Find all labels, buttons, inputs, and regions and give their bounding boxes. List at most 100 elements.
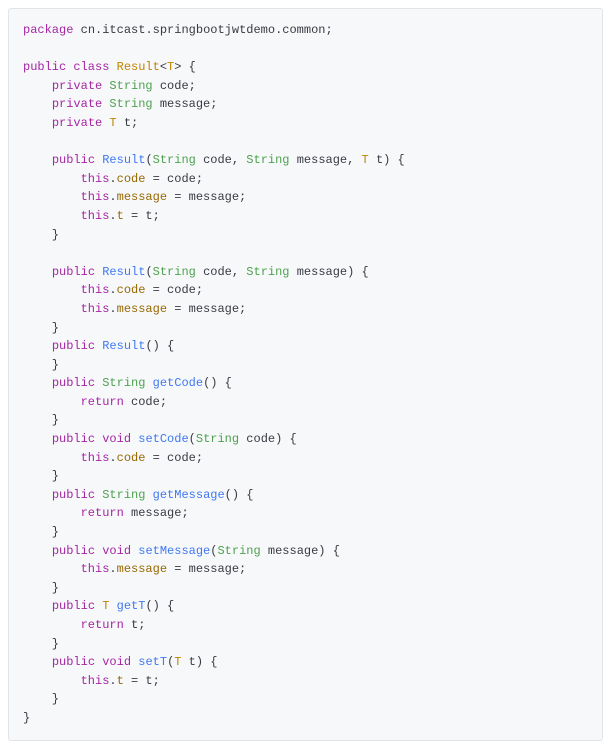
code-token: = code; — [145, 172, 203, 186]
code-token: public — [52, 265, 102, 279]
code-token: . — [109, 562, 116, 576]
code-line: } — [23, 226, 588, 245]
code-token: = message; — [167, 302, 246, 316]
code-token: () { — [145, 339, 174, 353]
code-token — [23, 395, 81, 409]
code-token: String — [109, 79, 159, 93]
code-token: () { — [203, 376, 232, 390]
code-token: () { — [225, 488, 254, 502]
code-line: public void setMessage(String message) { — [23, 542, 588, 561]
code-token: this — [81, 562, 110, 576]
code-line: } — [23, 709, 588, 728]
code-token: package — [23, 23, 73, 37]
code-token: . — [109, 190, 116, 204]
code-token: String — [109, 97, 159, 111]
code-line: public T getT() { — [23, 597, 588, 616]
code-token: String — [153, 153, 203, 167]
code-token: public — [52, 655, 102, 669]
code-token: ( — [189, 432, 196, 446]
code-line: public Result(String code, String messag… — [23, 263, 588, 282]
code-token: public class — [23, 60, 117, 74]
code-token: ( — [145, 265, 152, 279]
code-line: public class Result<T> { — [23, 58, 588, 77]
code-token: = t; — [124, 674, 160, 688]
code-token — [23, 283, 81, 297]
code-token: t; — [131, 618, 145, 632]
code-token — [23, 451, 81, 465]
code-token — [23, 544, 52, 558]
code-token: } — [23, 637, 59, 651]
code-token: } — [23, 358, 59, 372]
code-line: } — [23, 579, 588, 598]
code-token — [23, 488, 52, 502]
code-token: String — [246, 153, 296, 167]
code-line: this.code = code; — [23, 449, 588, 468]
code-token — [23, 599, 52, 613]
code-token: String — [217, 544, 267, 558]
code-token — [23, 432, 52, 446]
code-token: cn — [73, 23, 95, 37]
code-line: this.code = code; — [23, 170, 588, 189]
code-token: message — [117, 562, 167, 576]
code-token: () { — [145, 599, 174, 613]
code-token: String — [246, 265, 296, 279]
code-token: T — [102, 599, 116, 613]
code-token: = code; — [145, 283, 203, 297]
code-token: private — [52, 97, 110, 111]
code-token: message — [117, 190, 167, 204]
code-token: } — [23, 413, 59, 427]
code-token: String — [102, 376, 152, 390]
code-token: . — [145, 23, 152, 37]
code-line — [23, 244, 588, 263]
code-line: } — [23, 690, 588, 709]
code-token: } — [23, 692, 59, 706]
code-token: private — [52, 79, 110, 93]
code-token: } — [23, 228, 59, 242]
code-token: } — [23, 711, 30, 725]
code-token: message) { — [268, 544, 340, 558]
code-token — [23, 618, 81, 632]
code-token: = message; — [167, 190, 246, 204]
code-token: t) { — [376, 153, 405, 167]
code-token: Result — [102, 265, 145, 279]
code-token: getT — [117, 599, 146, 613]
code-token: getCode — [153, 376, 203, 390]
code-token: . — [109, 172, 116, 186]
code-line: this.message = message; — [23, 560, 588, 579]
code-token: code, — [203, 153, 246, 167]
code-token: Result — [117, 60, 160, 74]
code-line: public String getMessage() { — [23, 486, 588, 505]
code-token: t — [117, 209, 124, 223]
code-token: = t; — [124, 209, 160, 223]
code-token: . — [109, 451, 116, 465]
code-line — [23, 133, 588, 152]
code-token: String — [196, 432, 246, 446]
code-token — [23, 97, 52, 111]
code-token: code, — [203, 265, 246, 279]
code-token: < — [160, 60, 167, 74]
code-token — [23, 655, 52, 669]
code-token: public — [52, 599, 102, 613]
code-line: } — [23, 635, 588, 654]
code-token: this — [81, 451, 110, 465]
code-token — [23, 209, 81, 223]
code-token: T — [362, 153, 376, 167]
code-token: public — [52, 544, 102, 558]
code-token: public — [52, 376, 102, 390]
code-line: this.code = code; — [23, 281, 588, 300]
code-token: = message; — [167, 562, 246, 576]
code-token: void — [102, 432, 138, 446]
code-token: T — [109, 116, 123, 130]
code-token: return — [81, 618, 131, 632]
code-token: this — [81, 302, 110, 316]
code-token: code — [117, 283, 146, 297]
code-line — [23, 40, 588, 59]
code-line: this.t = t; — [23, 672, 588, 691]
code-token: code) { — [246, 432, 296, 446]
code-token — [23, 172, 81, 186]
code-token: ( — [145, 153, 152, 167]
code-token — [23, 265, 52, 279]
code-token: this — [81, 190, 110, 204]
code-token — [23, 153, 52, 167]
code-token: message; — [131, 506, 189, 520]
